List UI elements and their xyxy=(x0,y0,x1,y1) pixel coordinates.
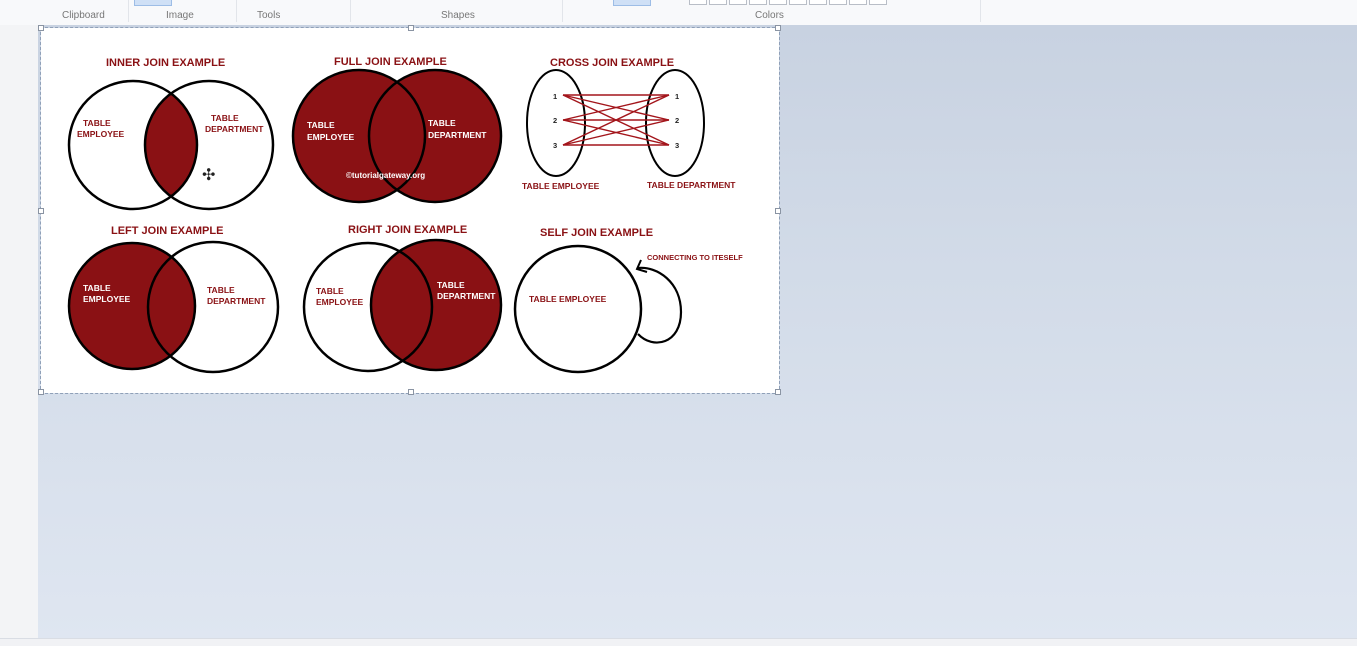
group-separator xyxy=(350,0,351,22)
color-swatch[interactable] xyxy=(789,0,807,5)
color-swatch[interactable] xyxy=(849,0,867,5)
color1-button[interactable] xyxy=(613,0,651,6)
full-join-title: FULL JOIN EXAMPLE xyxy=(334,56,447,68)
color-swatch[interactable] xyxy=(729,0,747,5)
cross-right-num-1: 1 xyxy=(675,92,679,101)
cross-left-num-1: 1 xyxy=(553,92,557,101)
full-left-label-1: TABLE xyxy=(307,120,335,130)
group-separator xyxy=(128,0,129,22)
self-label: TABLE EMPLOYEE xyxy=(529,294,607,304)
cross-right-num-3: 3 xyxy=(675,141,679,150)
resize-handle-top[interactable] xyxy=(408,25,414,31)
ribbon-group-tools: Tools xyxy=(257,10,281,21)
cross-right-num-2: 2 xyxy=(675,116,679,125)
ribbon: Clipboard Image Tools Shapes Colors xyxy=(0,0,1357,26)
ribbon-group-colors: Colors xyxy=(755,10,784,21)
color-swatch[interactable] xyxy=(749,0,767,5)
resize-handle-right[interactable] xyxy=(775,208,781,214)
self-circle-employee xyxy=(513,244,643,374)
cross-lines xyxy=(562,94,670,146)
ribbon-group-shapes: Shapes xyxy=(441,10,475,21)
right-join-title: RIGHT JOIN EXAMPLE xyxy=(348,224,467,236)
inner-join-title: INNER JOIN EXAMPLE xyxy=(106,57,225,69)
group-separator xyxy=(562,0,563,22)
inner-left-label-1: TABLE xyxy=(83,118,111,128)
cross-left-label: TABLE EMPLOYEE xyxy=(522,181,600,191)
left-left-label-2: EMPLOYEE xyxy=(83,294,131,304)
left-right-label-1: TABLE xyxy=(207,285,235,295)
left-right-label-2: DEPARTMENT xyxy=(207,296,266,306)
left-margin xyxy=(0,25,38,640)
right-right-label-1: TABLE xyxy=(437,280,465,290)
resize-handle-top-right[interactable] xyxy=(775,25,781,31)
self-loop-arc xyxy=(637,266,683,344)
inner-right-label-1: TABLE xyxy=(211,113,239,123)
left-join-title: LEFT JOIN EXAMPLE xyxy=(111,225,223,237)
cross-right-label: TABLE DEPARTMENT xyxy=(647,180,736,190)
ribbon-group-image: Image xyxy=(166,10,194,21)
cross-join-title: CROSS JOIN EXAMPLE xyxy=(550,57,674,69)
self-note: CONNECTING TO ITESELF xyxy=(647,253,743,262)
self-join-title: SELF JOIN EXAMPLE xyxy=(540,227,653,239)
full-right-label-2: DEPARTMENT xyxy=(428,130,487,140)
image-canvas[interactable]: INNER JOIN EXAMPLE TABLE EMPLOYEE TABLE … xyxy=(38,25,781,395)
full-right-label-1: TABLE xyxy=(428,118,456,128)
right-right-label-2: DEPARTMENT xyxy=(437,291,496,301)
color-swatch[interactable] xyxy=(689,0,707,5)
inner-right-label-2: DEPARTMENT xyxy=(205,124,264,134)
color-swatch[interactable] xyxy=(709,0,727,5)
color-swatch[interactable] xyxy=(829,0,847,5)
resize-handle-left[interactable] xyxy=(38,208,44,214)
resize-handle-top-left[interactable] xyxy=(38,25,44,31)
right-left-label-2: EMPLOYEE xyxy=(316,297,364,307)
right-left-label-1: TABLE xyxy=(316,286,344,296)
full-left-label-2: EMPLOYEE xyxy=(307,132,355,142)
resize-handle-bottom-left[interactable] xyxy=(38,389,44,395)
color-swatch[interactable] xyxy=(869,0,887,5)
group-separator xyxy=(980,0,981,22)
image-select-button[interactable] xyxy=(134,0,172,6)
ribbon-group-clipboard: Clipboard xyxy=(62,10,105,21)
color-swatch[interactable] xyxy=(809,0,827,5)
sql-joins-diagram: INNER JOIN EXAMPLE TABLE EMPLOYEE TABLE … xyxy=(67,56,743,374)
cross-left-num-2: 2 xyxy=(553,116,557,125)
cross-left-num-3: 3 xyxy=(553,141,557,150)
move-cursor-icon: ✣ xyxy=(202,167,216,184)
color-swatch[interactable] xyxy=(769,0,787,5)
full-watermark: ©tutorialgateway.org xyxy=(346,171,425,180)
left-left-label-1: TABLE xyxy=(83,283,111,293)
group-separator xyxy=(236,0,237,22)
resize-handle-bottom[interactable] xyxy=(408,389,414,395)
inner-left-label-2: EMPLOYEE xyxy=(77,129,125,139)
self-arrow-head xyxy=(635,259,648,273)
resize-handle-bottom-right[interactable] xyxy=(775,389,781,395)
